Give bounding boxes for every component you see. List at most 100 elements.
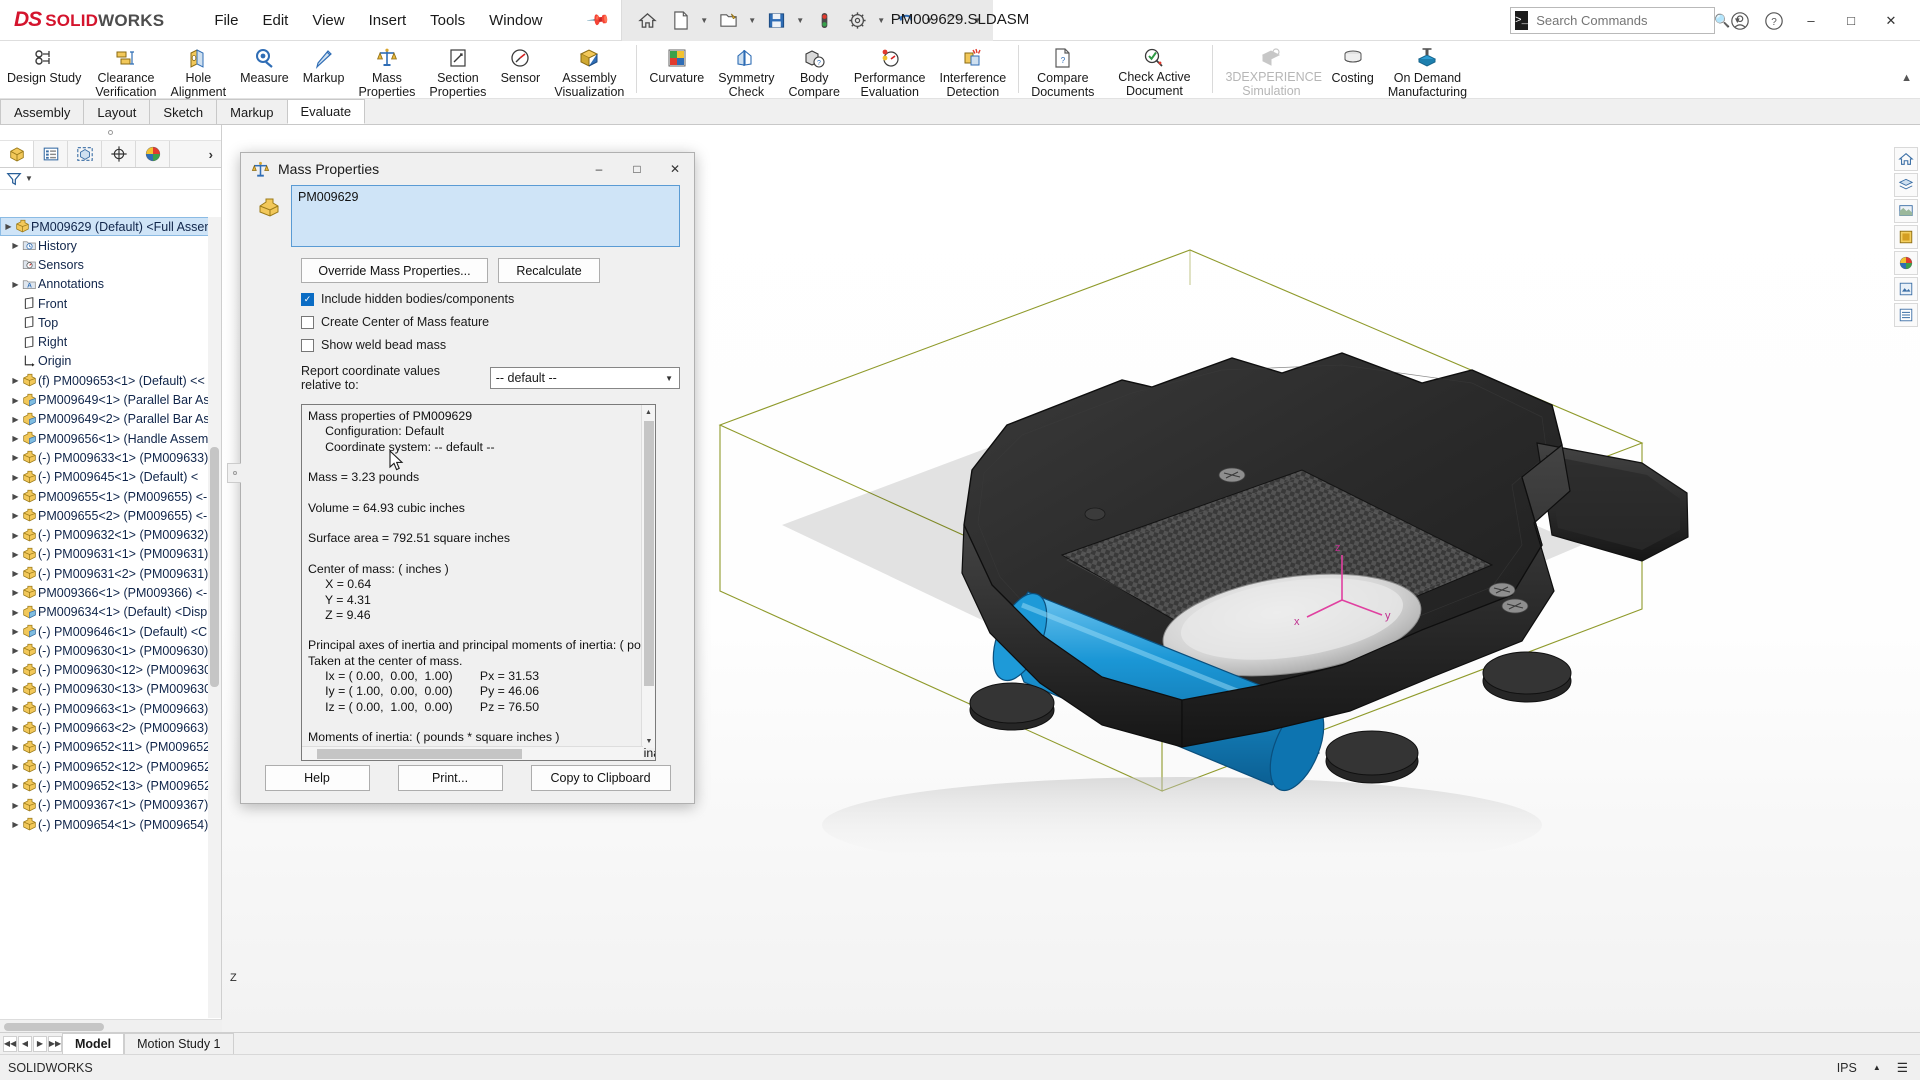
tree-node[interactable]: ▶(-) PM009631<1> (PM009631) xyxy=(0,545,221,564)
expand-arrow-icon[interactable]: ▶ xyxy=(10,511,21,520)
mass-properties-dialog[interactable]: Mass Properties – □ ✕ PM009629 Override … xyxy=(240,152,695,804)
expand-arrow-icon[interactable]: ▶ xyxy=(10,743,21,752)
ribbon-button-clearance-verification[interactable]: Clearance Verification xyxy=(88,41,163,99)
search-input[interactable] xyxy=(1534,12,1714,29)
open-icon[interactable] xyxy=(713,4,743,36)
tree-node[interactable]: ▶(-) PM009630<12> (PM009630 xyxy=(0,661,221,680)
expand-arrow-icon[interactable]: ▶ xyxy=(10,608,21,617)
command-tab-sketch[interactable]: Sketch xyxy=(149,99,217,124)
panel-resize-handle[interactable] xyxy=(0,125,221,141)
ribbon-button-measure[interactable]: Measure xyxy=(233,41,296,99)
tree-node[interactable]: ▶(-) PM009631<2> (PM009631) xyxy=(0,564,221,583)
expand-arrow-icon[interactable]: ▶ xyxy=(10,588,21,597)
ribbon-button-performance-evaluation[interactable]: Performance Evaluation xyxy=(847,41,933,99)
open-dropdown-caret[interactable]: ▼ xyxy=(746,16,758,25)
results-vscroll-thumb[interactable] xyxy=(644,421,654,686)
search-commands-box[interactable]: >_ 🔍 ▼ xyxy=(1510,7,1715,34)
tree-node[interactable]: ▶(-) PM009633<1> (PM009633) xyxy=(0,448,221,467)
tree-node[interactable]: ▶PM009634<1> (Default) <Disp xyxy=(0,603,221,622)
expand-arrow-icon[interactable]: ▶ xyxy=(10,531,21,540)
tree-node[interactable]: ▶(-) PM009652<12> (PM009652 xyxy=(0,757,221,776)
options-icon[interactable] xyxy=(842,4,872,36)
undo-icon[interactable] xyxy=(890,4,920,36)
tree-node[interactable]: ▶(-) PM009654<1> (PM009654) xyxy=(0,815,221,834)
menu-file[interactable]: File xyxy=(214,12,238,29)
expand-arrow-icon[interactable]: ▶ xyxy=(10,820,21,829)
new-document-icon[interactable] xyxy=(665,4,695,36)
ribbon-button-check-active-document[interactable]: Check Active Document▼ xyxy=(1101,41,1207,99)
undo-dropdown-caret[interactable]: ▼ xyxy=(923,16,935,25)
close-button[interactable]: ✕ xyxy=(1872,4,1910,38)
tree-vscroll-thumb[interactable] xyxy=(210,447,219,687)
expand-arrow-icon[interactable]: ▶ xyxy=(10,550,21,559)
tree-node[interactable]: ▶PM009655<1> (PM009655) <- xyxy=(0,487,221,506)
view-home-icon[interactable] xyxy=(1894,147,1918,171)
tree-horizontal-scrollbar[interactable] xyxy=(0,1019,222,1032)
view-appearance-icon[interactable] xyxy=(1894,225,1918,249)
expand-arrow-icon[interactable]: ▶ xyxy=(3,222,14,231)
tree-node[interactable]: Top xyxy=(0,313,221,332)
ribbon-button-compare-documents[interactable]: ?Compare Documents xyxy=(1024,41,1101,99)
expand-arrow-icon[interactable]: ▶ xyxy=(10,666,21,675)
menu-insert[interactable]: Insert xyxy=(369,12,407,29)
chevron-down-icon[interactable]: ▼ xyxy=(665,374,679,383)
tree-vertical-scrollbar[interactable] xyxy=(208,217,221,1018)
expand-arrow-icon[interactable]: ▶ xyxy=(10,473,21,482)
expand-arrow-icon[interactable]: ▶ xyxy=(10,781,21,790)
expand-arrow-icon[interactable]: ▶ xyxy=(10,396,21,405)
expand-arrow-icon[interactable]: ▶ xyxy=(10,453,21,462)
dialog-close-button[interactable]: ✕ xyxy=(656,153,694,185)
expand-arrow-icon[interactable]: ▶ xyxy=(10,762,21,771)
tree-node[interactable]: ▶PM009366<1> (PM009366) <- xyxy=(0,583,221,602)
save-icon[interactable] xyxy=(761,4,791,36)
view-layers-icon[interactable] xyxy=(1894,173,1918,197)
expand-arrow-icon[interactable]: ▶ xyxy=(10,376,21,385)
expand-arrow-icon[interactable]: ▶ xyxy=(10,801,21,810)
options-dropdown-caret[interactable]: ▼ xyxy=(875,16,887,25)
feature-tree[interactable]: ▶PM009629 (Default) <Full Assemb▶History… xyxy=(0,217,221,1018)
units-dropdown-caret[interactable]: ▲ xyxy=(1873,1063,1881,1072)
override-mass-properties-button[interactable]: Override Mass Properties... xyxy=(301,258,488,283)
maximize-button[interactable]: □ xyxy=(1832,4,1870,38)
nav-prev-button[interactable]: ◀ xyxy=(18,1036,32,1052)
ribbon-button-curvature[interactable]: Curvature xyxy=(642,41,711,99)
coordinate-system-select[interactable]: -- default -- ▼ xyxy=(490,367,680,389)
results-vertical-scrollbar[interactable]: ▲ ▼ xyxy=(641,405,655,748)
nav-last-button[interactable]: ▶▶ xyxy=(48,1036,62,1052)
tree-node[interactable]: ▶(-) PM009367<1> (PM009367) xyxy=(0,796,221,815)
feature-manager-more-tabs[interactable]: › xyxy=(209,147,221,162)
expand-arrow-icon[interactable]: ▶ xyxy=(10,627,21,636)
expand-arrow-icon[interactable]: ▶ xyxy=(10,569,21,578)
units-indicator[interactable]: IPS xyxy=(1837,1061,1857,1075)
command-tab-markup[interactable]: Markup xyxy=(216,99,287,124)
tree-node[interactable]: ▶History xyxy=(0,236,221,255)
tree-node[interactable]: Sensors xyxy=(0,255,221,274)
view-display-icon[interactable] xyxy=(1894,199,1918,223)
expand-arrow-icon[interactable]: ▶ xyxy=(10,492,21,501)
tree-node[interactable]: ▶PM009656<1> (Handle Assem xyxy=(0,429,221,448)
pin-icon[interactable]: 📌 xyxy=(585,7,611,33)
tree-hscroll-thumb[interactable] xyxy=(4,1023,104,1031)
help-icon[interactable]: ? xyxy=(1758,4,1790,38)
tree-node[interactable]: ▶(-) PM009632<1> (PM009632) xyxy=(0,525,221,544)
ribbon-button-costing[interactable]: Costing xyxy=(1324,41,1380,99)
tree-node[interactable]: ▶PM009649<2> (Parallel Bar As xyxy=(0,410,221,429)
tree-node[interactable]: ▶(f) PM009653<1> (Default) << xyxy=(0,371,221,390)
ribbon-button-interference-detection[interactable]: Interference Detection xyxy=(932,41,1013,99)
tree-node[interactable]: ▶(-) PM009630<1> (PM009630) xyxy=(0,641,221,660)
tree-node[interactable]: ▶(-) PM009645<1> (Default) < xyxy=(0,468,221,487)
new-document-dropdown-caret[interactable]: ▼ xyxy=(698,16,710,25)
home-icon[interactable] xyxy=(632,4,662,36)
help-button[interactable]: Help xyxy=(265,765,370,791)
tree-node[interactable]: ▶PM009655<2> (PM009655) <- xyxy=(0,506,221,525)
property-manager-tab[interactable] xyxy=(34,141,68,167)
tree-node[interactable]: ▶(-) PM009663<1> (PM009663) xyxy=(0,699,221,718)
ribbon-button-symmetry-check[interactable]: Symmetry Check xyxy=(711,41,781,99)
dialog-minimize-button[interactable]: – xyxy=(580,153,618,185)
expand-arrow-icon[interactable]: ▶ xyxy=(10,646,21,655)
tree-node[interactable]: ▶(-) PM009663<2> (PM009663) xyxy=(0,718,221,737)
print-button[interactable]: Print... xyxy=(398,765,503,791)
expand-arrow-icon[interactable]: ▶ xyxy=(10,241,21,250)
command-tab-assembly[interactable]: Assembly xyxy=(0,99,84,124)
ribbon-button-sensor[interactable]: Sensor xyxy=(493,41,547,99)
